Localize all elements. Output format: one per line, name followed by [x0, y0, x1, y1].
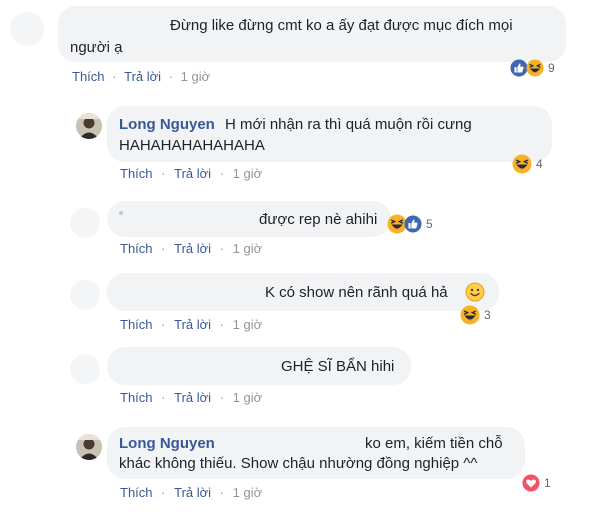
reaction-count: 3 — [484, 308, 491, 322]
like-link[interactable]: Thích — [120, 166, 153, 181]
timestamp[interactable]: 1 giờ — [233, 166, 263, 181]
reaction-count: 4 — [536, 157, 543, 171]
separator: · — [168, 69, 174, 84]
timestamp[interactable]: 1 giờ — [181, 69, 211, 84]
reaction-count: 5 — [426, 217, 433, 231]
reply-link[interactable]: Trả lời — [174, 241, 211, 256]
separator: · — [161, 390, 166, 405]
timestamp[interactable]: 1 giờ — [233, 241, 263, 256]
separator: · — [219, 390, 225, 405]
reply-link[interactable]: Trả lời — [174, 390, 211, 405]
separator: · — [219, 241, 225, 256]
avatar[interactable] — [70, 208, 100, 238]
reaction-summary[interactable]: 1 — [522, 472, 551, 494]
comment-bubble: K có show nên rãnh quá hả — [107, 273, 499, 311]
separator: · — [219, 317, 225, 332]
reply-link[interactable]: Trả lời — [174, 317, 211, 332]
like-link[interactable]: Thích — [120, 485, 153, 500]
comment-actions: Thích · Trả lời · 1 giờ — [120, 166, 262, 181]
separator: · — [219, 166, 225, 181]
reaction-count: 9 — [548, 61, 555, 75]
like-link[interactable]: Thích — [120, 241, 153, 256]
like-link[interactable]: Thích — [120, 317, 153, 332]
comment-author[interactable]: Long Nguyen — [119, 115, 215, 134]
comment-text: K có show nên rãnh quá hả — [265, 284, 448, 301]
comment-bubble: Long Nguyen H mới nhận ra thì quá muộn r… — [107, 106, 552, 162]
like-link[interactable]: Thích — [72, 69, 105, 84]
reaction-summary[interactable]: 3 — [460, 304, 491, 326]
timestamp[interactable]: 1 giờ — [233, 317, 263, 332]
timestamp[interactable]: 1 giờ — [233, 485, 263, 500]
separator: · — [219, 485, 225, 500]
comment-text: khác không thiếu. Show chậu nhường đồng … — [119, 455, 478, 472]
reply-link[interactable]: Trả lời — [174, 166, 211, 181]
like-icon — [404, 215, 422, 233]
comment-text: Đừng like đừng cmt ko a ấy đạt được mục … — [170, 17, 513, 34]
haha-icon — [512, 154, 532, 174]
timestamp[interactable]: 1 giờ — [233, 390, 263, 405]
haha-icon — [460, 305, 480, 325]
comment-actions: Thích · Trả lời · 1 giờ — [72, 69, 210, 84]
profile-photo — [76, 434, 102, 460]
comment-bubble: Long Nguyen ko em, kiếm tiền chỗ khác kh… — [107, 427, 525, 479]
separator: · — [161, 317, 166, 332]
comment-bubble: GHỆ SĨ BẨN hihi — [107, 347, 411, 385]
profile-photo — [76, 113, 102, 139]
reply-link[interactable]: Trả lời — [124, 69, 161, 84]
avatar[interactable] — [10, 12, 44, 46]
comment-actions: Thích · Trả lời · 1 giờ — [120, 485, 262, 500]
separator: · — [161, 485, 166, 500]
avatar[interactable] — [76, 113, 102, 139]
reply-link[interactable]: Trả lời — [174, 485, 211, 500]
smile-emoji — [465, 282, 485, 302]
comment-text: GHỆ SĨ BẨN hihi — [281, 358, 395, 375]
separator: · — [161, 241, 166, 256]
avatar[interactable] — [70, 280, 100, 310]
comment-text: HAHAHAHAHAHAHA — [119, 137, 265, 154]
separator: · — [112, 69, 117, 84]
comment-actions: Thích · Trả lời · 1 giờ — [120, 317, 262, 332]
reaction-summary[interactable]: 9 — [510, 57, 555, 79]
comment-bubble: Đừng like đừng cmt ko a ấy đạt được mục … — [58, 6, 566, 62]
comment-text: ko em, kiếm tiền chỗ — [365, 435, 503, 452]
love-icon — [522, 474, 540, 492]
avatar[interactable] — [70, 354, 100, 384]
haha-icon — [526, 59, 544, 77]
redacted-author — [119, 211, 123, 215]
reaction-count: 1 — [544, 476, 551, 490]
comment-text: H mới nhận ra thì quá muộn rồi cưng — [225, 116, 472, 133]
comment-bubble: được rep nè ahihi — [107, 201, 391, 237]
avatar[interactable] — [76, 434, 102, 460]
comment-actions: Thích · Trả lời · 1 giờ — [120, 390, 262, 405]
reaction-summary[interactable]: 4 — [512, 153, 543, 175]
like-link[interactable]: Thích — [120, 390, 153, 405]
comment-author[interactable]: Long Nguyen — [119, 434, 215, 453]
reaction-summary[interactable]: 5 — [387, 213, 433, 235]
separator: · — [161, 166, 166, 181]
comment-text: được rep nè ahihi — [259, 211, 378, 228]
comment-actions: Thích · Trả lời · 1 giờ — [120, 241, 262, 256]
comment-text: người ạ — [70, 39, 123, 56]
